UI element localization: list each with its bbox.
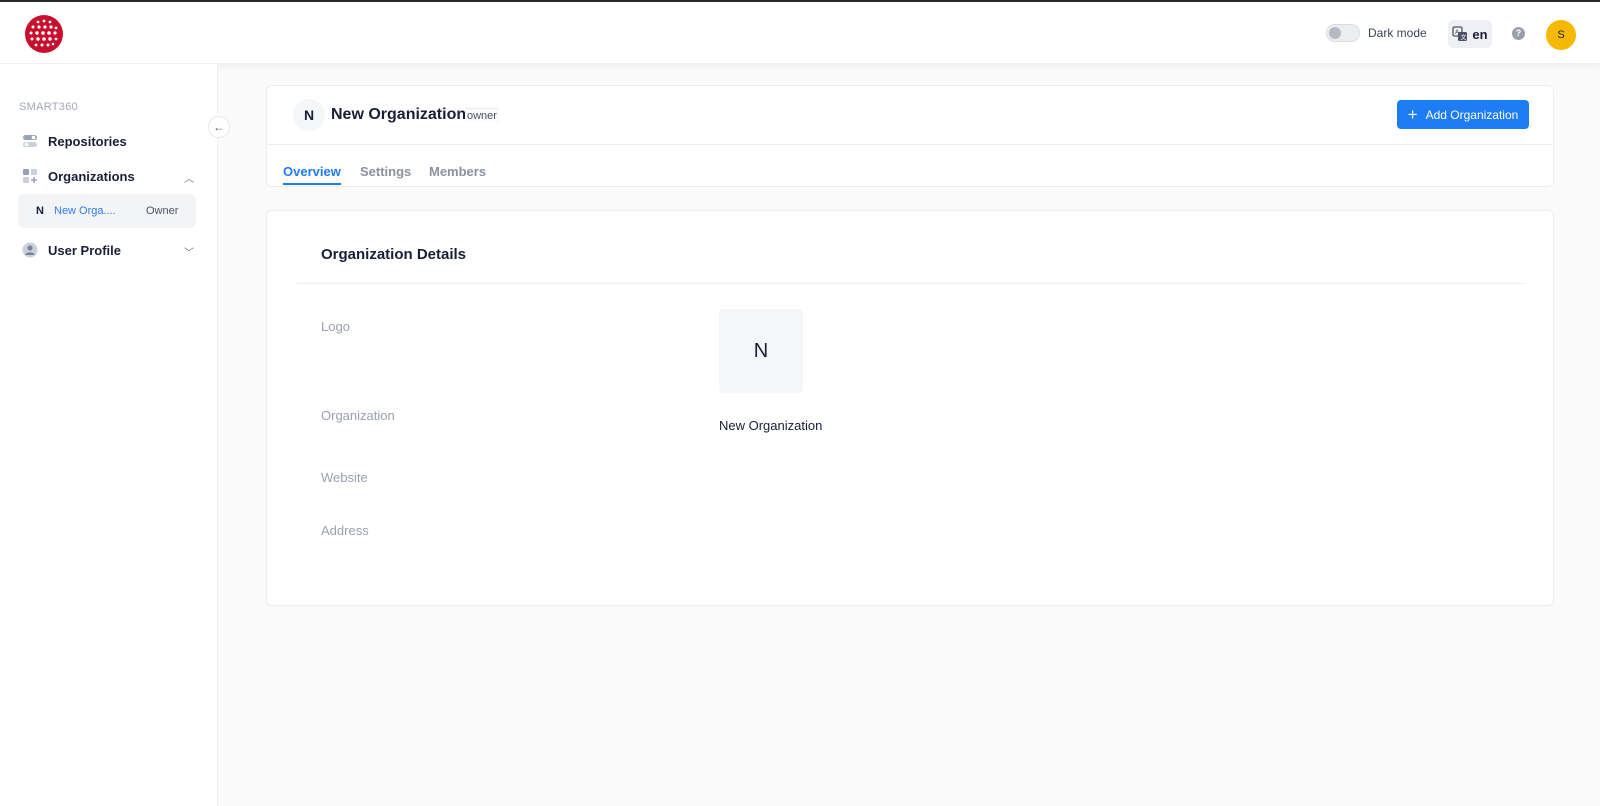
language-button[interactable]: A 文 en [1448, 20, 1492, 48]
header-divider [267, 144, 1553, 145]
sidebar-item-user-profile[interactable]: User Profile ﹀ [18, 235, 196, 265]
organization-header-card: N New Organization owner + Add Organizat… [266, 85, 1554, 187]
role-badge: owner [465, 108, 499, 123]
tab-settings[interactable]: Settings [360, 164, 411, 179]
brand-logo-icon[interactable] [24, 14, 64, 54]
language-code: en [1472, 26, 1488, 42]
translate-icon: A 文 [1452, 26, 1468, 42]
plus-icon: + [1407, 105, 1418, 124]
dark-mode-label: Dark mode [1368, 26, 1427, 40]
org-initial: N [36, 205, 44, 217]
chevron-up-icon[interactable]: ︿ [184, 170, 194, 185]
repositories-icon [23, 135, 37, 147]
tab-members[interactable]: Members [429, 164, 486, 179]
add-organization-label: Add Organization [1425, 107, 1519, 122]
svg-text:文: 文 [1461, 34, 1467, 42]
sidebar-item-label: Repositories [48, 133, 127, 149]
section-divider [297, 283, 1525, 284]
org-name: New Orga.... [54, 205, 116, 217]
section-title: Organization Details [321, 246, 467, 263]
logo-label: Logo [321, 319, 350, 334]
address-label: Address [321, 523, 369, 538]
organization-label: Organization [321, 408, 395, 423]
page-title: New Organization [331, 106, 467, 123]
organization-logo: N [719, 309, 803, 393]
active-tab-indicator [283, 183, 341, 185]
sidebar-item-label: Organizations [48, 168, 135, 184]
tab-overview[interactable]: Overview [283, 164, 341, 179]
user-avatar[interactable]: S [1546, 20, 1576, 50]
organization-details-card: Organization Details Logo N Organization… [266, 210, 1554, 606]
chevron-down-icon[interactable]: ﹀ [184, 244, 194, 259]
sidebar-section-title: SMART360 [19, 101, 79, 113]
collapse-sidebar-arrow-icon[interactable]: ← [208, 116, 230, 138]
sidebar-item-organizations[interactable]: Organizations ︿ [18, 161, 196, 191]
sidebar-item-label: User Profile [48, 242, 121, 258]
top-bar: Dark mode A 文 en ? S [0, 2, 1600, 64]
help-icon[interactable]: ? [1512, 27, 1525, 40]
toggle-knob [1329, 27, 1341, 39]
user-profile-icon [22, 242, 38, 258]
sidebar-org-new-organization[interactable]: N New Orga.... Owner [18, 194, 196, 228]
dark-mode-toggle[interactable] [1326, 24, 1360, 42]
organization-value: New Organization [719, 418, 823, 433]
website-label: Website [321, 470, 368, 485]
sidebar-item-repositories[interactable]: Repositories [18, 126, 196, 156]
add-organization-button[interactable]: + Add Organization [1397, 100, 1529, 129]
org-avatar: N [293, 99, 325, 131]
org-role: Owner [146, 205, 179, 217]
organizations-icon [23, 169, 37, 183]
